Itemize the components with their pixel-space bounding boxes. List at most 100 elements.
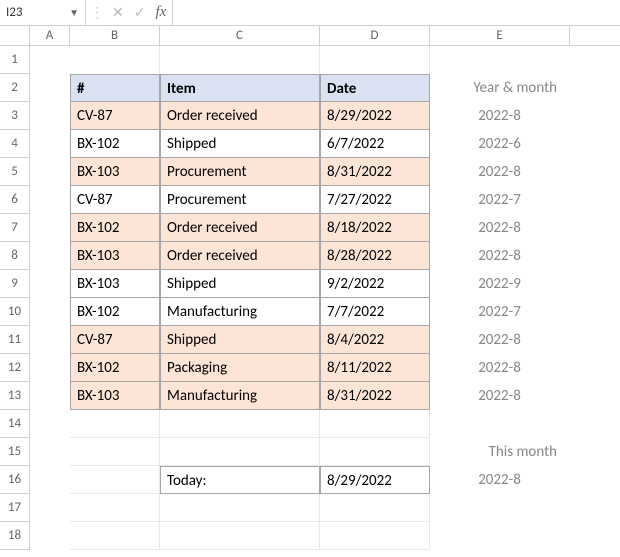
cell-yearmonth[interactable]: 2022-8 [430, 382, 570, 410]
cell-item[interactable]: Shipped [160, 270, 320, 298]
name-box[interactable]: I23 ▼ [0, 0, 86, 25]
row-header[interactable]: 5 [0, 158, 30, 186]
cell-date[interactable]: 8/29/2022 [320, 102, 430, 130]
empty-cell[interactable] [30, 466, 70, 494]
accept-icon[interactable]: ✓ [134, 4, 146, 21]
empty-cell[interactable] [320, 46, 430, 74]
formula-input[interactable] [173, 0, 620, 25]
row-header[interactable]: 16 [0, 466, 30, 494]
cell-id[interactable]: BX-103 [70, 158, 160, 186]
empty-cell[interactable] [70, 438, 160, 466]
empty-cell[interactable] [430, 46, 570, 74]
empty-cell[interactable] [160, 494, 320, 522]
cell-date[interactable]: 7/7/2022 [320, 298, 430, 326]
helper-header[interactable]: Year & month [430, 74, 570, 102]
empty-cell[interactable] [30, 410, 70, 438]
row-header[interactable]: 13 [0, 382, 30, 410]
cell-item[interactable]: Packaging [160, 354, 320, 382]
empty-cell[interactable] [30, 214, 70, 242]
cell-item[interactable]: Manufacturing [160, 382, 320, 410]
empty-cell[interactable] [160, 438, 320, 466]
today-label[interactable]: Today: [160, 466, 320, 494]
col-header-a[interactable]: A [30, 26, 70, 45]
col-header-d[interactable]: D [320, 26, 430, 45]
empty-cell[interactable] [30, 46, 70, 74]
row-header[interactable]: 17 [0, 494, 30, 522]
cell-yearmonth[interactable]: 2022-8 [430, 214, 570, 242]
cell-date[interactable]: 8/28/2022 [320, 242, 430, 270]
cell-item[interactable]: Order received [160, 102, 320, 130]
cancel-icon[interactable]: ✕ [112, 4, 124, 21]
row-header[interactable]: 9 [0, 270, 30, 298]
chevron-down-icon[interactable]: ▼ [69, 6, 79, 19]
empty-cell[interactable] [320, 410, 430, 438]
empty-cell[interactable] [320, 438, 430, 466]
row-header[interactable]: 4 [0, 130, 30, 158]
row-header[interactable]: 11 [0, 326, 30, 354]
empty-cell[interactable] [30, 494, 70, 522]
cell-yearmonth[interactable]: 2022-8 [430, 354, 570, 382]
cell-item[interactable]: Shipped [160, 326, 320, 354]
cell-date[interactable]: 8/31/2022 [320, 158, 430, 186]
cell-date[interactable]: 8/31/2022 [320, 382, 430, 410]
cell-date[interactable]: 8/11/2022 [320, 354, 430, 382]
empty-cell[interactable] [70, 410, 160, 438]
col-header-e[interactable]: E [430, 26, 570, 45]
col-header-b[interactable]: B [70, 26, 160, 45]
row-header[interactable]: 2 [0, 74, 30, 102]
cell-yearmonth[interactable]: 2022-9 [430, 270, 570, 298]
empty-cell[interactable] [160, 410, 320, 438]
select-all-corner[interactable] [0, 26, 30, 45]
empty-cell[interactable] [160, 522, 320, 550]
cell-yearmonth[interactable]: 2022-6 [430, 130, 570, 158]
empty-cell[interactable] [70, 494, 160, 522]
row-header[interactable]: 15 [0, 438, 30, 466]
cell-id[interactable]: BX-103 [70, 242, 160, 270]
empty-cell[interactable] [430, 494, 570, 522]
cell-yearmonth[interactable]: 2022-8 [430, 326, 570, 354]
cell-id[interactable]: CV-87 [70, 186, 160, 214]
table-header-item[interactable]: Item [160, 74, 320, 102]
empty-cell[interactable] [30, 130, 70, 158]
empty-cell[interactable] [30, 522, 70, 550]
empty-cell[interactable] [30, 270, 70, 298]
empty-cell[interactable] [30, 298, 70, 326]
cell-date[interactable]: 8/4/2022 [320, 326, 430, 354]
cell-item[interactable]: Procurement [160, 158, 320, 186]
this-month-header[interactable]: This month [430, 438, 570, 466]
cell-item[interactable]: Shipped [160, 130, 320, 158]
col-header-c[interactable]: C [160, 26, 320, 45]
empty-cell[interactable] [30, 326, 70, 354]
empty-cell[interactable] [30, 382, 70, 410]
row-header[interactable]: 1 [0, 46, 30, 74]
cell-item[interactable]: Order received [160, 242, 320, 270]
cell-id[interactable]: BX-103 [70, 270, 160, 298]
cell-date[interactable]: 8/18/2022 [320, 214, 430, 242]
empty-cell[interactable] [70, 522, 160, 550]
row-header[interactable]: 14 [0, 410, 30, 438]
cell-id[interactable]: BX-102 [70, 130, 160, 158]
empty-cell[interactable] [30, 438, 70, 466]
empty-cell[interactable] [30, 354, 70, 382]
empty-cell[interactable] [160, 46, 320, 74]
cell-item[interactable]: Procurement [160, 186, 320, 214]
table-header-id[interactable]: # [70, 74, 160, 102]
cell-id[interactable]: BX-102 [70, 298, 160, 326]
cell-date[interactable]: 6/7/2022 [320, 130, 430, 158]
row-header[interactable]: 10 [0, 298, 30, 326]
row-header[interactable]: 12 [0, 354, 30, 382]
row-header[interactable]: 7 [0, 214, 30, 242]
today-date[interactable]: 8/29/2022 [320, 466, 430, 494]
today-yearmonth[interactable]: 2022-8 [430, 466, 570, 494]
cell-date[interactable]: 9/2/2022 [320, 270, 430, 298]
empty-cell[interactable] [30, 102, 70, 130]
row-header[interactable]: 8 [0, 242, 30, 270]
empty-cell[interactable] [30, 74, 70, 102]
cell-id[interactable]: BX-103 [70, 382, 160, 410]
cell-yearmonth[interactable]: 2022-8 [430, 102, 570, 130]
cell-yearmonth[interactable]: 2022-8 [430, 158, 570, 186]
empty-cell[interactable] [430, 522, 570, 550]
cell-item[interactable]: Manufacturing [160, 298, 320, 326]
row-header[interactable]: 3 [0, 102, 30, 130]
empty-cell[interactable] [30, 158, 70, 186]
